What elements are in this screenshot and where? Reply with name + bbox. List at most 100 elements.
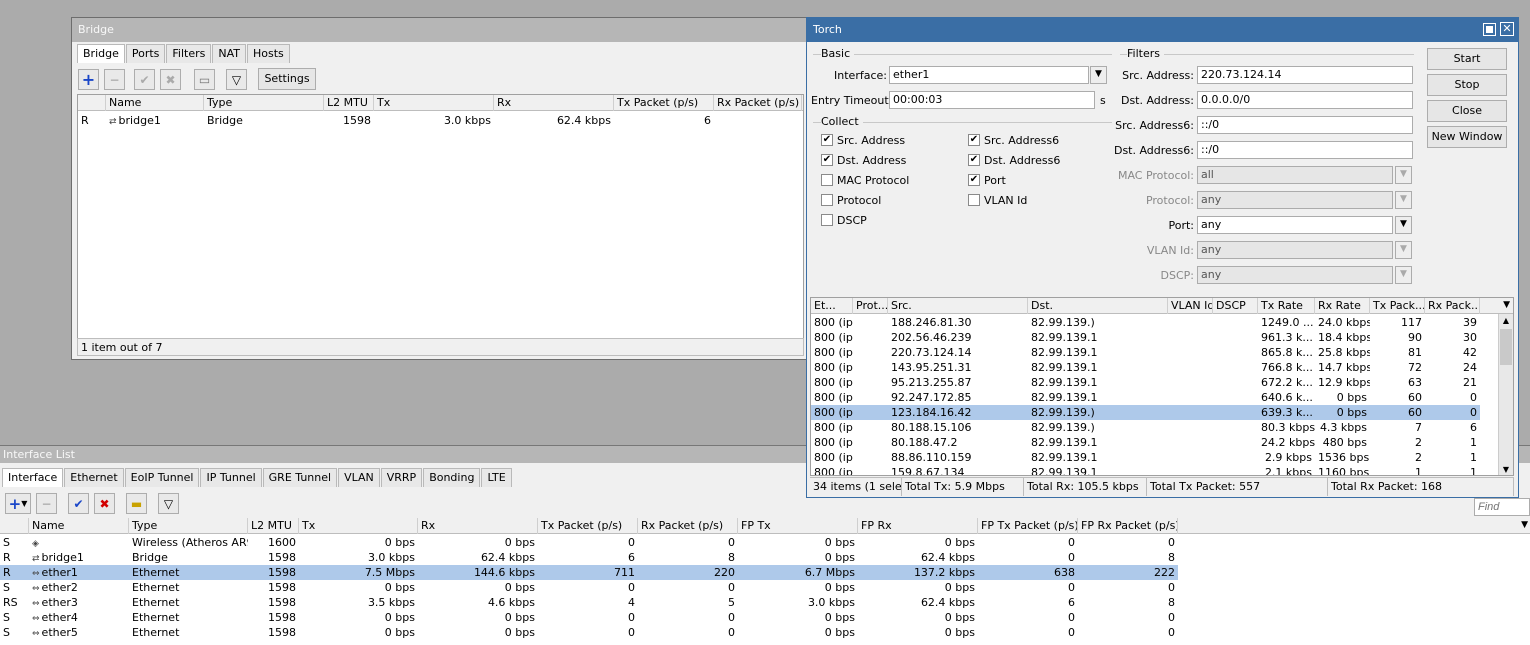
filter-icon[interactable]: ▽ xyxy=(226,69,247,90)
remove-icon[interactable]: − xyxy=(36,493,57,514)
table-row[interactable]: 800 (ip) 159.8.67.134 82.99.139.1 2.1 kbps 1… xyxy=(811,465,1480,475)
column-header[interactable]: FP Tx xyxy=(738,518,858,534)
column-header[interactable]: Type xyxy=(204,95,324,111)
filter-dst-address-input[interactable]: 0.0.0.0/0 xyxy=(1197,91,1413,109)
column-header[interactable]: Prot... xyxy=(853,298,888,314)
stop-button[interactable]: Stop xyxy=(1427,74,1507,96)
settings-button[interactable]: Settings xyxy=(258,68,316,90)
table-row[interactable]: 800 (ip) 88.86.110.159 82.99.139.1 2.9 kbps… xyxy=(811,450,1480,465)
column-header[interactable]: Type xyxy=(129,518,248,534)
enable-icon[interactable]: ✔ xyxy=(68,493,89,514)
enable-icon[interactable]: ✔ xyxy=(134,69,155,90)
table-row[interactable]: 800 (ip) 123.184.16.42 82.99.139.) 639.3 k.… xyxy=(811,405,1480,420)
find-input[interactable] xyxy=(1474,498,1530,516)
comment-icon[interactable]: ▭ xyxy=(194,69,215,90)
interface-dropdown-icon[interactable]: ▼ xyxy=(1090,66,1107,84)
table-row[interactable]: R ⇄ bridge1 Bridge 1598 3.0 kbps 62.4 kbps 6 8 0 … xyxy=(0,550,1178,565)
filter-port-input[interactable]: any xyxy=(1197,216,1393,234)
tab-gre-tunnel[interactable]: GRE Tunnel xyxy=(262,468,338,487)
column-header[interactable]: Tx xyxy=(374,95,494,111)
checkbox-port[interactable]: ✔ xyxy=(968,174,980,186)
tab-vrrp[interactable]: VRRP xyxy=(380,468,423,487)
close-icon[interactable]: ✕ xyxy=(1500,22,1514,36)
column-header[interactable]: Rx Pack... xyxy=(1425,298,1480,314)
table-row[interactable]: R ⇔ ether1 Ethernet 1598 7.5 Mbps 144.6 kbps 71… xyxy=(0,565,1178,580)
tab-bridge[interactable]: Bridge xyxy=(77,44,125,63)
tab-interface[interactable]: Interface xyxy=(2,468,64,487)
add-dropdown-icon[interactable]: + ▼ xyxy=(5,493,31,514)
filter-src-address-input[interactable]: 220.73.124.14 xyxy=(1197,66,1413,84)
column-chooser-icon[interactable]: ▼ xyxy=(1503,300,1510,310)
checkbox-dst-address[interactable]: ✔ xyxy=(821,154,833,166)
table-row[interactable]: S ◈ Wireless (Atheros AR9... 1600 0 bps 0 bps… xyxy=(0,535,1178,550)
column-header[interactable]: Rx Packet (p/s) xyxy=(638,518,738,534)
column-header[interactable]: L2 MTU xyxy=(248,518,299,534)
tab-ports[interactable]: Ports xyxy=(125,44,166,63)
filter-src-address6-input[interactable]: ::/0 xyxy=(1197,116,1413,134)
tab-vlan[interactable]: VLAN xyxy=(338,468,380,487)
filter-icon[interactable]: ▽ xyxy=(158,493,179,514)
table-row[interactable]: 800 (ip) 80.188.47.2 82.99.139.1 24.2 kbps 4… xyxy=(811,435,1480,450)
checkbox-mac-protocol[interactable] xyxy=(821,174,833,186)
table-row[interactable]: 800 (ip) 143.95.251.31 82.99.139.1 766.8 k.… xyxy=(811,360,1480,375)
checkbox-src-address6[interactable]: ✔ xyxy=(968,134,980,146)
table-row[interactable]: S ⇔ ether2 Ethernet 1598 0 bps 0 bps 0 0 0 bps 0 b… xyxy=(0,580,1178,595)
scroll-up-icon[interactable]: ▲ xyxy=(1499,314,1513,328)
torch-scrollbar[interactable]: ▲ ▼ xyxy=(1498,314,1513,475)
column-header[interactable]: FP Rx Packet (p/s) xyxy=(1078,518,1178,534)
tab-filters[interactable]: Filters xyxy=(166,44,212,63)
column-header[interactable]: Tx Packet (p/s) xyxy=(614,95,714,111)
tab-nat[interactable]: NAT xyxy=(212,44,247,63)
column-header[interactable]: Src. xyxy=(888,298,1028,314)
column-header[interactable]: Rx Rate xyxy=(1315,298,1370,314)
new-window-button[interactable]: New Window xyxy=(1427,126,1507,148)
disable-icon[interactable]: ✖ xyxy=(160,69,181,90)
column-header[interactable]: Rx Packet (p/s) xyxy=(714,95,802,111)
scroll-down-icon[interactable]: ▼ xyxy=(1499,463,1513,475)
entry-timeout-input[interactable]: 00:00:03 xyxy=(889,91,1095,109)
checkbox-src-address[interactable]: ✔ xyxy=(821,134,833,146)
table-row[interactable]: 800 (ip) 220.73.124.14 82.99.139.1 865.8 k.… xyxy=(811,345,1480,360)
column-header[interactable]: Tx Pack... xyxy=(1370,298,1425,314)
comment-icon[interactable]: ▬ xyxy=(126,493,147,514)
column-chooser-icon[interactable]: ▼ xyxy=(1521,520,1528,530)
column-header[interactable]: DSCP xyxy=(1213,298,1258,314)
close-button[interactable]: Close xyxy=(1427,100,1507,122)
table-row[interactable]: R ⇄ bridge1 Bridge 1598 3.0 kbps 62.4 kbps 6 xyxy=(78,113,802,128)
tab-bonding[interactable]: Bonding xyxy=(423,468,481,487)
column-header[interactable] xyxy=(78,95,106,111)
column-header[interactable]: Tx Packet (p/s) xyxy=(538,518,638,534)
checkbox-dst-address6[interactable]: ✔ xyxy=(968,154,980,166)
table-row[interactable]: S ⇔ ether4 Ethernet 1598 0 bps 0 bps 0 0 0 bps 0 b… xyxy=(0,610,1178,625)
checkbox-protocol[interactable] xyxy=(821,194,833,206)
column-header[interactable]: Et... xyxy=(811,298,853,314)
table-row[interactable]: RS ⇔ ether3 Ethernet 1598 3.5 kbps 4.6 kbps 4 5 3… xyxy=(0,595,1178,610)
table-row[interactable]: 800 (ip) 95.213.255.87 82.99.139.1 672.2 k.… xyxy=(811,375,1480,390)
column-header[interactable]: FP Tx Packet (p/s) xyxy=(978,518,1078,534)
tab-ip-tunnel[interactable]: IP Tunnel xyxy=(200,468,262,487)
column-header[interactable]: FP Rx xyxy=(858,518,978,534)
filter-dst-address6-input[interactable]: ::/0 xyxy=(1197,141,1413,159)
column-header[interactable]: Tx xyxy=(299,518,418,534)
table-row[interactable]: 800 (ip) 92.247.172.85 82.99.139.1 640.6 k.… xyxy=(811,390,1480,405)
maximize-icon[interactable] xyxy=(1483,23,1496,36)
column-header[interactable]: Dst. xyxy=(1028,298,1168,314)
column-header[interactable]: Tx Rate xyxy=(1258,298,1315,314)
tab-lte[interactable]: LTE xyxy=(481,468,512,487)
dropdown-icon[interactable]: ▼ xyxy=(1395,216,1412,234)
tab-eoip-tunnel[interactable]: EoIP Tunnel xyxy=(124,468,200,487)
column-header[interactable]: Rx xyxy=(494,95,614,111)
table-row[interactable]: 800 (ip) 202.56.46.239 82.99.139.1 961.3 k.… xyxy=(811,330,1480,345)
checkbox-vlan-id[interactable] xyxy=(968,194,980,206)
table-row[interactable]: 800 (ip) 188.246.81.30 82.99.139.) 1249.0 .… xyxy=(811,315,1480,330)
remove-icon[interactable]: − xyxy=(104,69,125,90)
tab-ethernet[interactable]: Ethernet xyxy=(64,468,124,487)
column-header[interactable] xyxy=(0,518,29,534)
column-header[interactable]: Name xyxy=(29,518,129,534)
column-header[interactable]: L2 MTU xyxy=(324,95,374,111)
table-row[interactable]: S ⇔ ether5 Ethernet 1598 0 bps 0 bps 0 0 0 bps 0 b… xyxy=(0,625,1178,640)
column-header[interactable]: VLAN Id xyxy=(1168,298,1213,314)
tab-hosts[interactable]: Hosts xyxy=(247,44,290,63)
scroll-thumb[interactable] xyxy=(1500,329,1512,365)
column-header[interactable]: Rx xyxy=(418,518,538,534)
